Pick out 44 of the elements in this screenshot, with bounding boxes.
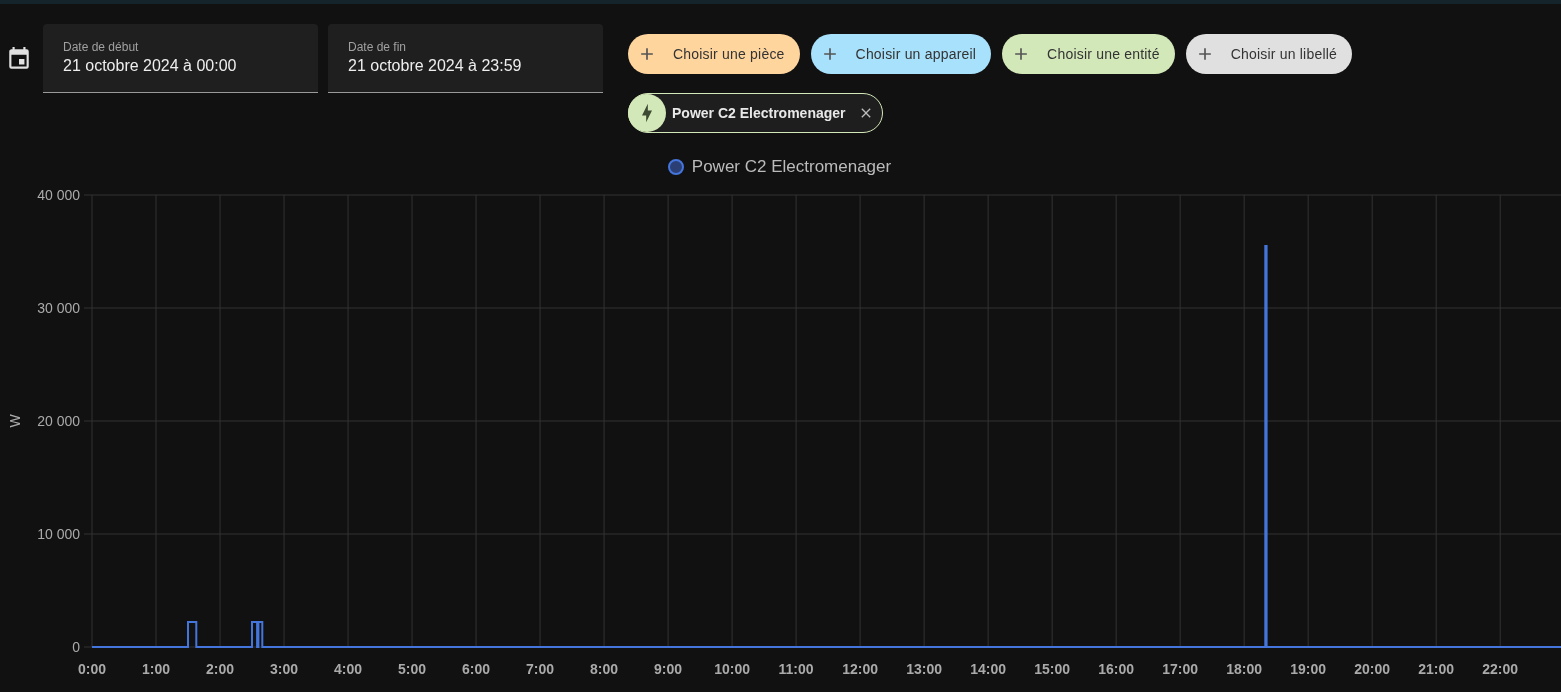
axis-label: 18:00 (1226, 661, 1263, 677)
axis-label: 20 000 (37, 413, 80, 429)
axis-title: W (7, 414, 23, 428)
date-field[interactable]: Date de début 21 octobre 2024 à 00:00 (43, 24, 318, 93)
date-field[interactable]: Date de fin 21 octobre 2024 à 23:59 (328, 24, 603, 93)
axis-label: 30 000 (37, 300, 80, 316)
field-label: Date de début (63, 40, 140, 54)
legend-label: Power C2 Electromenager (691, 157, 892, 177)
axis-label: 10:00 (714, 661, 750, 677)
axis-label: 14:00 (970, 661, 1007, 677)
axis-label: 22:00 (1482, 661, 1519, 677)
field-value: 21 octobre 2024 à 23:59 (348, 57, 523, 75)
axis-label: 12:00 (842, 661, 878, 677)
axis-label: 10 000 (37, 526, 80, 542)
axis-label: 7:00 (526, 661, 555, 677)
axis-label: 13:00 (906, 661, 942, 677)
axis-label: 21:00 (1418, 661, 1455, 677)
axis-label: 19:00 (1290, 661, 1327, 677)
calendar-icon[interactable] (6, 46, 32, 72)
field-label: Date de fin (348, 40, 408, 54)
axis-label: 6:00 (462, 661, 491, 677)
axis-label: 40 000 (37, 187, 80, 203)
axis-label: 3:00 (270, 661, 299, 677)
axis-label: 0 (72, 639, 80, 655)
axis-label: 15:00 (1034, 661, 1071, 677)
axis-label: 5:00 (398, 661, 427, 677)
picker-chip[interactable]: Choisir une pièce (628, 34, 800, 74)
picker-chip[interactable]: Choisir un appareil (810, 34, 992, 74)
picker-chip[interactable]: Choisir une entité (1002, 34, 1175, 74)
legend-item[interactable]: Power C2 Electromenager (667, 154, 892, 180)
axis-label: 2:00 (206, 661, 235, 677)
axis-label: 9:00 (654, 661, 683, 677)
axis-label: 16:00 (1098, 661, 1135, 677)
entity-chip[interactable]: Power C2 Electromenager (628, 93, 883, 133)
axis-label: 1:00 (142, 661, 170, 677)
axis-label: 4:00 (334, 661, 363, 677)
axis-label: 17:00 (1162, 661, 1199, 677)
picker-chip[interactable]: Choisir un libellé (1185, 34, 1352, 74)
entity-label: Power C2 Electromenager (672, 105, 846, 121)
axis-label: 11:00 (778, 661, 814, 677)
axis-label: 8:00 (590, 661, 619, 677)
axis-label: 0:00 (78, 661, 106, 677)
field-value: 21 octobre 2024 à 00:00 (63, 57, 238, 75)
axis-label: 20:00 (1354, 661, 1391, 677)
